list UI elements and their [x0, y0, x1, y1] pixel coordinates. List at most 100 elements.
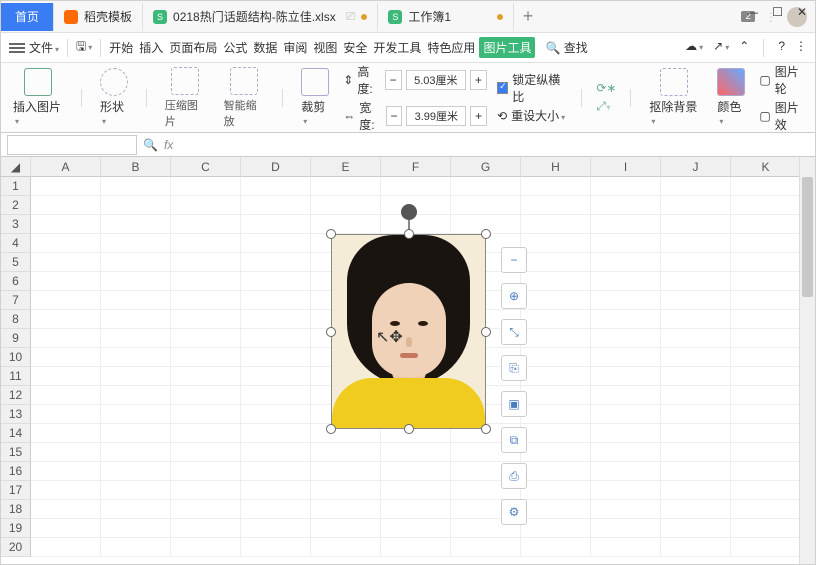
cell[interactable]	[31, 291, 101, 310]
cell[interactable]	[521, 481, 591, 500]
cell[interactable]	[171, 519, 241, 538]
cell[interactable]	[31, 253, 101, 272]
cell[interactable]	[171, 177, 241, 196]
cell[interactable]	[101, 329, 171, 348]
menu-formula[interactable]: 公式	[221, 39, 249, 56]
menu-data[interactable]: 数据	[251, 39, 279, 56]
cell[interactable]	[241, 462, 311, 481]
col-header[interactable]: E	[311, 157, 381, 177]
cell[interactable]	[241, 500, 311, 519]
cell[interactable]	[311, 177, 381, 196]
resize-handle[interactable]	[326, 229, 336, 239]
cell[interactable]	[591, 310, 661, 329]
cell[interactable]	[31, 443, 101, 462]
cell[interactable]	[521, 424, 591, 443]
cell[interactable]	[591, 386, 661, 405]
cell[interactable]	[661, 215, 731, 234]
zoom-in-button[interactable]: ⊕	[501, 283, 527, 309]
menu-start[interactable]: 开始	[107, 39, 135, 56]
cell[interactable]	[661, 177, 731, 196]
save-icon[interactable]: 🖫▾	[74, 37, 94, 58]
cell[interactable]	[31, 462, 101, 481]
cell[interactable]	[101, 424, 171, 443]
cell[interactable]	[661, 310, 731, 329]
cell[interactable]	[241, 234, 311, 253]
maximize-icon[interactable]: ☐	[772, 5, 783, 19]
cell[interactable]	[101, 500, 171, 519]
col-header[interactable]: G	[451, 157, 521, 177]
resize-handle[interactable]	[481, 327, 491, 337]
cell[interactable]	[591, 367, 661, 386]
cell[interactable]	[171, 500, 241, 519]
cell[interactable]	[731, 519, 801, 538]
paste-float-button[interactable]: ⎙	[501, 463, 527, 489]
col-header[interactable]: A	[31, 157, 101, 177]
cell[interactable]	[521, 234, 591, 253]
cell[interactable]	[381, 177, 451, 196]
cell[interactable]	[101, 310, 171, 329]
selected-image[interactable]	[331, 234, 486, 429]
cell[interactable]	[521, 196, 591, 215]
smart-scale-button[interactable]: 智能缩放	[220, 67, 269, 129]
select-float-button[interactable]: ▣	[501, 391, 527, 417]
row-header[interactable]: 16	[1, 462, 31, 481]
remove-bg-button[interactable]: 抠除背景▾	[645, 68, 703, 127]
cell[interactable]	[311, 519, 381, 538]
share-icon[interactable]: ↗▾	[713, 39, 729, 57]
cell[interactable]	[521, 443, 591, 462]
cell[interactable]	[241, 424, 311, 443]
cell[interactable]	[731, 196, 801, 215]
cell[interactable]	[31, 215, 101, 234]
cell[interactable]	[31, 272, 101, 291]
cell[interactable]	[381, 462, 451, 481]
cell[interactable]	[731, 272, 801, 291]
cell[interactable]	[241, 291, 311, 310]
row-header[interactable]: 13	[1, 405, 31, 424]
cell[interactable]	[381, 500, 451, 519]
cell[interactable]	[731, 481, 801, 500]
settings-float-button[interactable]: ⚙	[501, 499, 527, 525]
cell[interactable]	[101, 481, 171, 500]
cell[interactable]	[451, 196, 521, 215]
cell[interactable]	[381, 538, 451, 557]
cell[interactable]	[171, 538, 241, 557]
cell[interactable]	[171, 462, 241, 481]
cell[interactable]	[241, 310, 311, 329]
cell[interactable]	[521, 291, 591, 310]
help-icon[interactable]: ?	[778, 39, 785, 57]
cell[interactable]	[521, 272, 591, 291]
row-header[interactable]: 1	[1, 177, 31, 196]
cell[interactable]	[731, 386, 801, 405]
insert-picture-button[interactable]: 插入图片▾	[9, 68, 67, 127]
row-header[interactable]: 9	[1, 329, 31, 348]
cell[interactable]	[661, 234, 731, 253]
cell[interactable]	[661, 500, 731, 519]
cell[interactable]	[591, 234, 661, 253]
crop-button[interactable]: 裁剪▾	[297, 68, 333, 127]
cell[interactable]	[591, 443, 661, 462]
cell[interactable]	[731, 500, 801, 519]
cell[interactable]	[731, 291, 801, 310]
new-tab-button[interactable]: +	[514, 6, 542, 27]
cell[interactable]	[661, 253, 731, 272]
cell[interactable]	[31, 481, 101, 500]
cell[interactable]	[731, 329, 801, 348]
width-minus-button[interactable]: −	[386, 106, 403, 126]
cell[interactable]	[101, 386, 171, 405]
pic-effect-button[interactable]: 图片效	[775, 99, 807, 133]
cell[interactable]	[661, 405, 731, 424]
cell[interactable]	[661, 519, 731, 538]
cell[interactable]	[451, 538, 521, 557]
cell[interactable]	[381, 443, 451, 462]
cell[interactable]	[171, 443, 241, 462]
cell[interactable]	[311, 481, 381, 500]
cell[interactable]	[101, 291, 171, 310]
cell[interactable]	[31, 424, 101, 443]
cell[interactable]	[661, 291, 731, 310]
menu-review[interactable]: 审阅	[281, 39, 309, 56]
cell[interactable]	[171, 291, 241, 310]
cell[interactable]	[591, 253, 661, 272]
cell[interactable]	[521, 348, 591, 367]
copy-float-button[interactable]: ⧉	[501, 427, 527, 453]
cell[interactable]	[661, 481, 731, 500]
